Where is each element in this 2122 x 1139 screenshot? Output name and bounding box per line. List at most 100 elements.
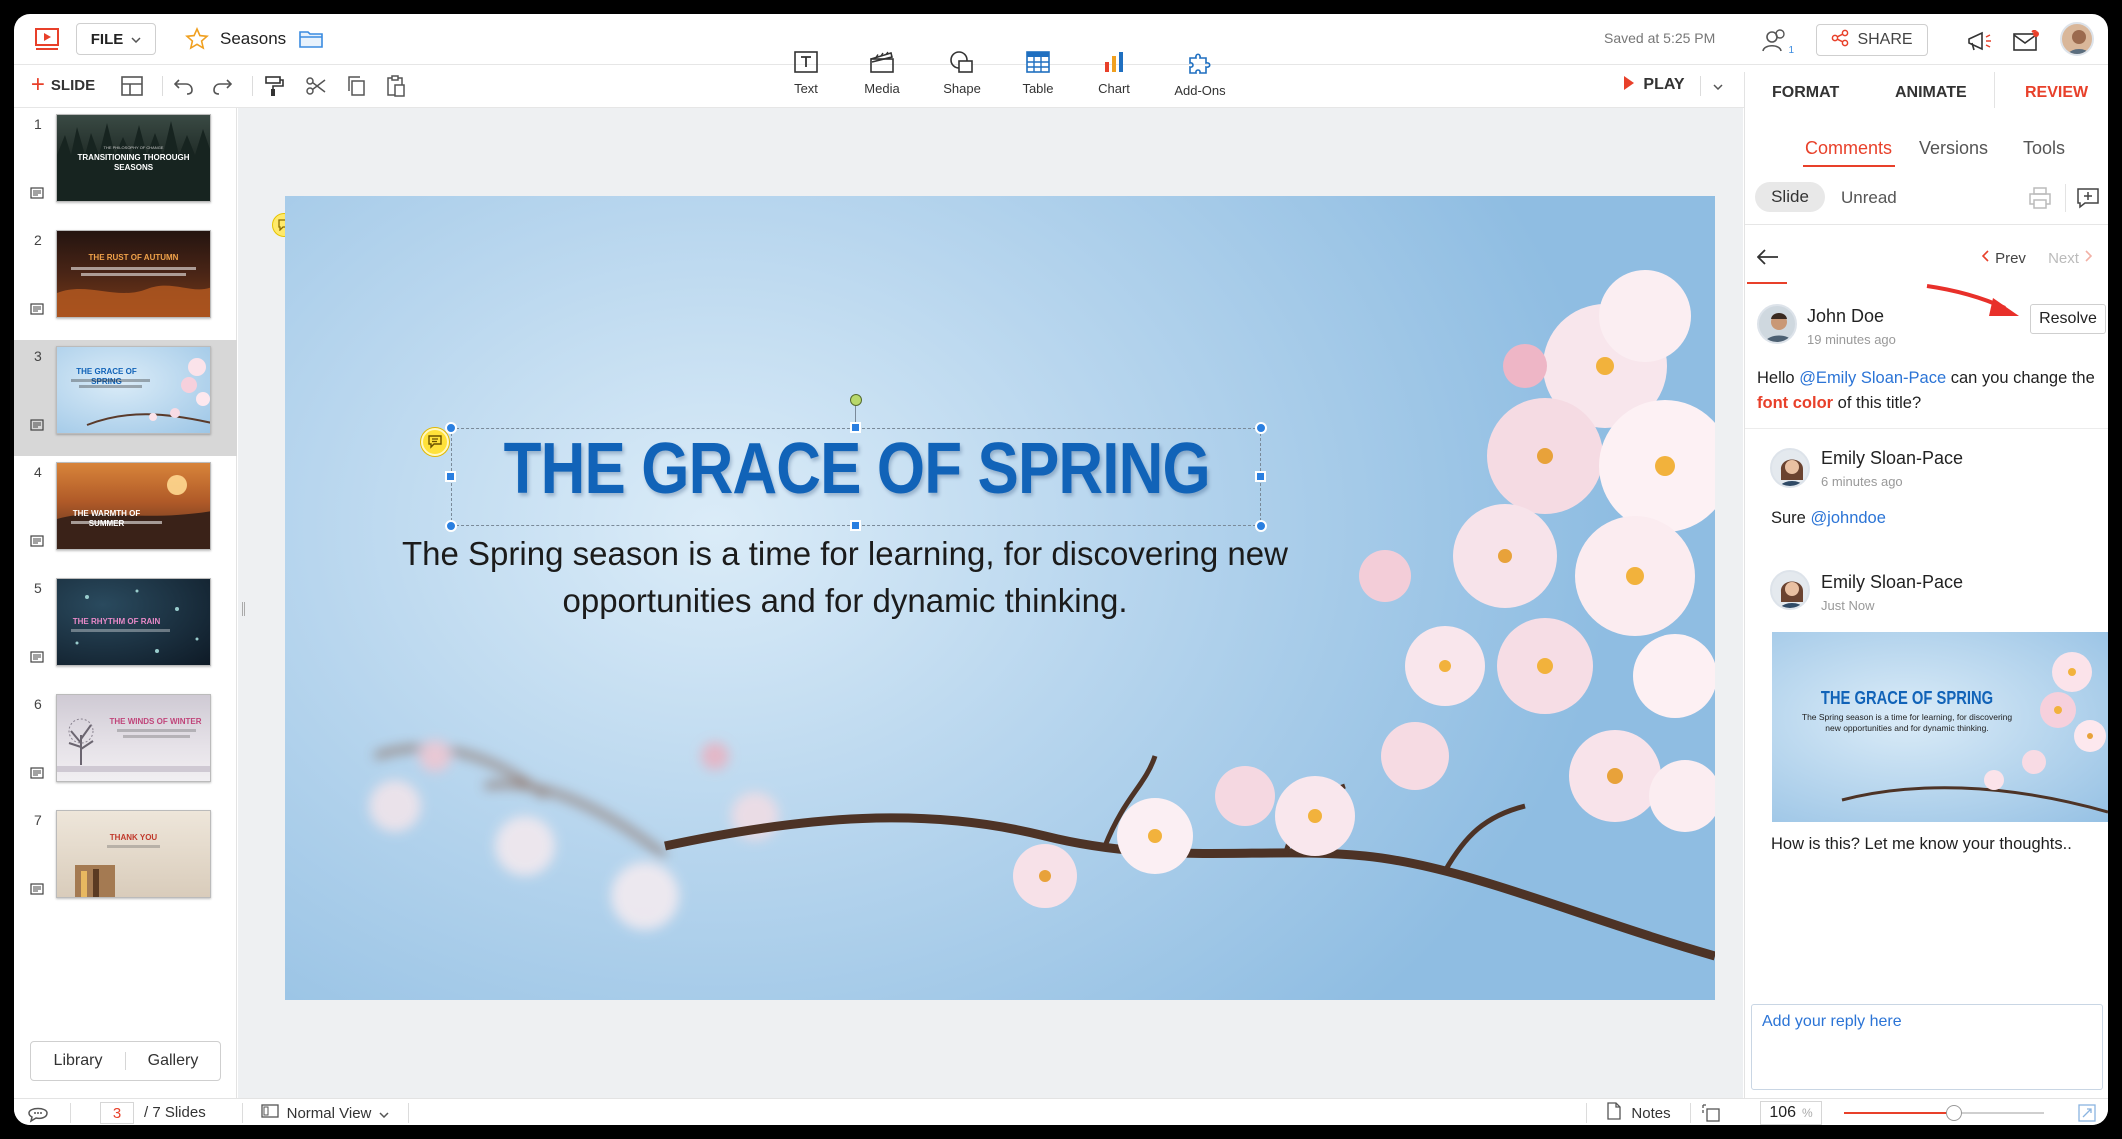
- gallery-button[interactable]: Gallery: [126, 1052, 220, 1070]
- thumbnail-row-6[interactable]: 6 THE WINDS OF WINTER: [14, 688, 237, 804]
- resize-handle-sw[interactable]: [445, 520, 457, 532]
- back-arrow-icon[interactable]: [1753, 244, 1783, 270]
- mention-link[interactable]: @johndoe: [1810, 509, 1885, 527]
- insert-shape-button[interactable]: Shape: [922, 50, 1002, 96]
- format-painter-icon[interactable]: [260, 72, 288, 100]
- play-options-button[interactable]: [1706, 74, 1730, 98]
- insert-text-label: Text: [794, 81, 818, 96]
- play-button[interactable]: PLAY: [1614, 70, 1694, 100]
- resize-handle-e[interactable]: [1255, 471, 1266, 482]
- panel-resize-handle[interactable]: [242, 602, 245, 616]
- paste-icon[interactable]: [382, 72, 410, 100]
- chevron-down-icon: [131, 30, 141, 48]
- redo-icon[interactable]: [208, 72, 236, 100]
- subtab-tools[interactable]: Tools: [2023, 138, 2065, 159]
- thumbnail-title: THE WINDS OF WINTER: [109, 717, 202, 726]
- thumbnail-number: 6: [34, 696, 42, 712]
- slide-note-icon: [30, 186, 44, 199]
- user-avatar[interactable]: [2060, 22, 2094, 56]
- zoom-level-input[interactable]: 106 %: [1760, 1101, 1822, 1125]
- app-logo-icon[interactable]: [32, 24, 62, 54]
- announcement-icon[interactable]: [1964, 26, 1996, 56]
- title-selection-box[interactable]: [451, 428, 1261, 526]
- add-comment-icon[interactable]: [2073, 184, 2103, 212]
- view-mode-dropdown[interactable]: Normal View: [250, 1101, 400, 1125]
- zoom-slider[interactable]: [1844, 1105, 2044, 1121]
- print-icon[interactable]: [2025, 184, 2055, 212]
- reply-input[interactable]: Add your reply here: [1751, 1004, 2103, 1090]
- thumbnail-row-2[interactable]: 2 THE RUST OF AUTUMN: [14, 224, 237, 340]
- title-comment-marker-icon[interactable]: [421, 428, 449, 456]
- thumbnail-slide-5[interactable]: THE RHYTHM OF RAIN: [56, 578, 211, 666]
- tab-review[interactable]: REVIEW: [2025, 84, 2088, 102]
- undo-icon[interactable]: [170, 72, 198, 100]
- resize-handle-w[interactable]: [445, 471, 456, 482]
- current-slide-input[interactable]: 3: [100, 1102, 134, 1124]
- star-icon[interactable]: [182, 24, 212, 54]
- thumbnail-slide-2[interactable]: THE RUST OF AUTUMN: [56, 230, 211, 318]
- slide-body-text[interactable]: The Spring season is a time for learning…: [385, 530, 1305, 624]
- layout-icon[interactable]: [118, 72, 146, 100]
- subtab-versions[interactable]: Versions: [1919, 138, 1988, 159]
- insert-table-label: Table: [1022, 81, 1054, 96]
- comment-text: of this title?: [1833, 394, 1922, 412]
- current-slide[interactable]: THE GRACE OF SPRING The Spring season is…: [285, 196, 1715, 1000]
- thumbnail-slide-6[interactable]: THE WINDS OF WINTER: [56, 694, 211, 782]
- tab-format[interactable]: FORMAT: [1772, 84, 1839, 102]
- thumbnail-number: 4: [34, 464, 42, 480]
- insert-text-button[interactable]: Text: [766, 50, 846, 96]
- prev-comment-button[interactable]: Prev: [1973, 246, 2035, 270]
- insert-addons-button[interactable]: Add-Ons: [1160, 50, 1240, 98]
- thumbnail-row-1[interactable]: 1 THE PHILOSOPHY OF CHANGE TRANSITIONING…: [14, 108, 237, 224]
- next-comment-button[interactable]: Next: [2039, 246, 2101, 270]
- thumbnail-title: TRANSITIONING THOROUGH SEASONS: [77, 153, 190, 172]
- filter-slide-chip[interactable]: Slide: [1755, 182, 1825, 212]
- thumbnail-row-7[interactable]: 7 THANK YOU: [14, 804, 237, 920]
- new-slide-button[interactable]: + SLIDE: [26, 70, 100, 100]
- insert-table-button[interactable]: Table: [998, 50, 1078, 96]
- mention-link[interactable]: @Emily Sloan-Pace: [1799, 369, 1946, 387]
- highlighted-text: font color: [1757, 394, 1834, 412]
- resize-handle-se[interactable]: [1255, 520, 1267, 532]
- insert-chart-button[interactable]: Chart: [1074, 50, 1154, 96]
- copy-icon[interactable]: [342, 72, 370, 100]
- share-button[interactable]: SHARE: [1816, 24, 1928, 56]
- thumbnail-slide-3[interactable]: THE GRACE OF SPRING: [56, 346, 211, 434]
- library-button[interactable]: Library: [31, 1052, 126, 1070]
- notes-button[interactable]: Notes: [1594, 1101, 1684, 1125]
- folder-icon[interactable]: [296, 24, 326, 54]
- reply-text: Sure: [1771, 509, 1811, 527]
- thumbnail-row-5[interactable]: 5 THE RHYTHM OF RAIN: [14, 572, 237, 688]
- thumbnail-row-4[interactable]: 4 THE WARMTH OF SUMMER: [14, 456, 237, 572]
- collaborators-icon[interactable]: 1: [1760, 26, 1794, 56]
- document-name[interactable]: Seasons: [220, 29, 286, 49]
- tab-animate[interactable]: ANIMATE: [1895, 84, 1967, 102]
- thumbnail-text-line: [123, 735, 190, 738]
- zoom-slider-knob[interactable]: [1946, 1105, 1962, 1121]
- resolve-button[interactable]: Resolve: [2030, 304, 2106, 334]
- rotate-handle[interactable]: [850, 394, 862, 406]
- slide-note-icon: [30, 650, 44, 663]
- file-menu-button[interactable]: FILE: [76, 23, 156, 55]
- resize-handle-s[interactable]: [850, 520, 861, 531]
- filter-unread[interactable]: Unread: [1841, 188, 1897, 208]
- comment-text: Hello: [1757, 369, 1800, 387]
- thumbnail-slide-4[interactable]: THE WARMTH OF SUMMER: [56, 462, 211, 550]
- back-arrow-underline: [1747, 282, 1787, 284]
- mail-icon[interactable]: [2010, 26, 2042, 56]
- subtab-comments[interactable]: Comments: [1805, 138, 1892, 159]
- reply-image-attachment[interactable]: THE GRACE OF SPRING The Spring season is…: [1772, 632, 2108, 822]
- attachment-body: The Spring season is a time for learning…: [1801, 712, 2013, 733]
- thumbnail-slide-7[interactable]: THANK YOU: [56, 810, 211, 898]
- fit-to-screen-icon[interactable]: [2074, 1101, 2100, 1125]
- resize-handle-nw[interactable]: [445, 422, 457, 434]
- resize-handle-n[interactable]: [850, 422, 861, 433]
- chat-icon[interactable]: [24, 1101, 52, 1125]
- slide-sorter-icon[interactable]: [1698, 1101, 1724, 1125]
- insert-media-button[interactable]: Media: [842, 50, 922, 96]
- cut-icon[interactable]: [302, 72, 330, 100]
- reply-placeholder: Add your reply here: [1762, 1013, 1902, 1030]
- thumbnail-row-3-selected[interactable]: 3 THE GRACE OF SPRING: [14, 340, 237, 456]
- thumbnail-slide-1[interactable]: THE PHILOSOPHY OF CHANGE TRANSITIONING T…: [56, 114, 211, 202]
- resize-handle-ne[interactable]: [1255, 422, 1267, 434]
